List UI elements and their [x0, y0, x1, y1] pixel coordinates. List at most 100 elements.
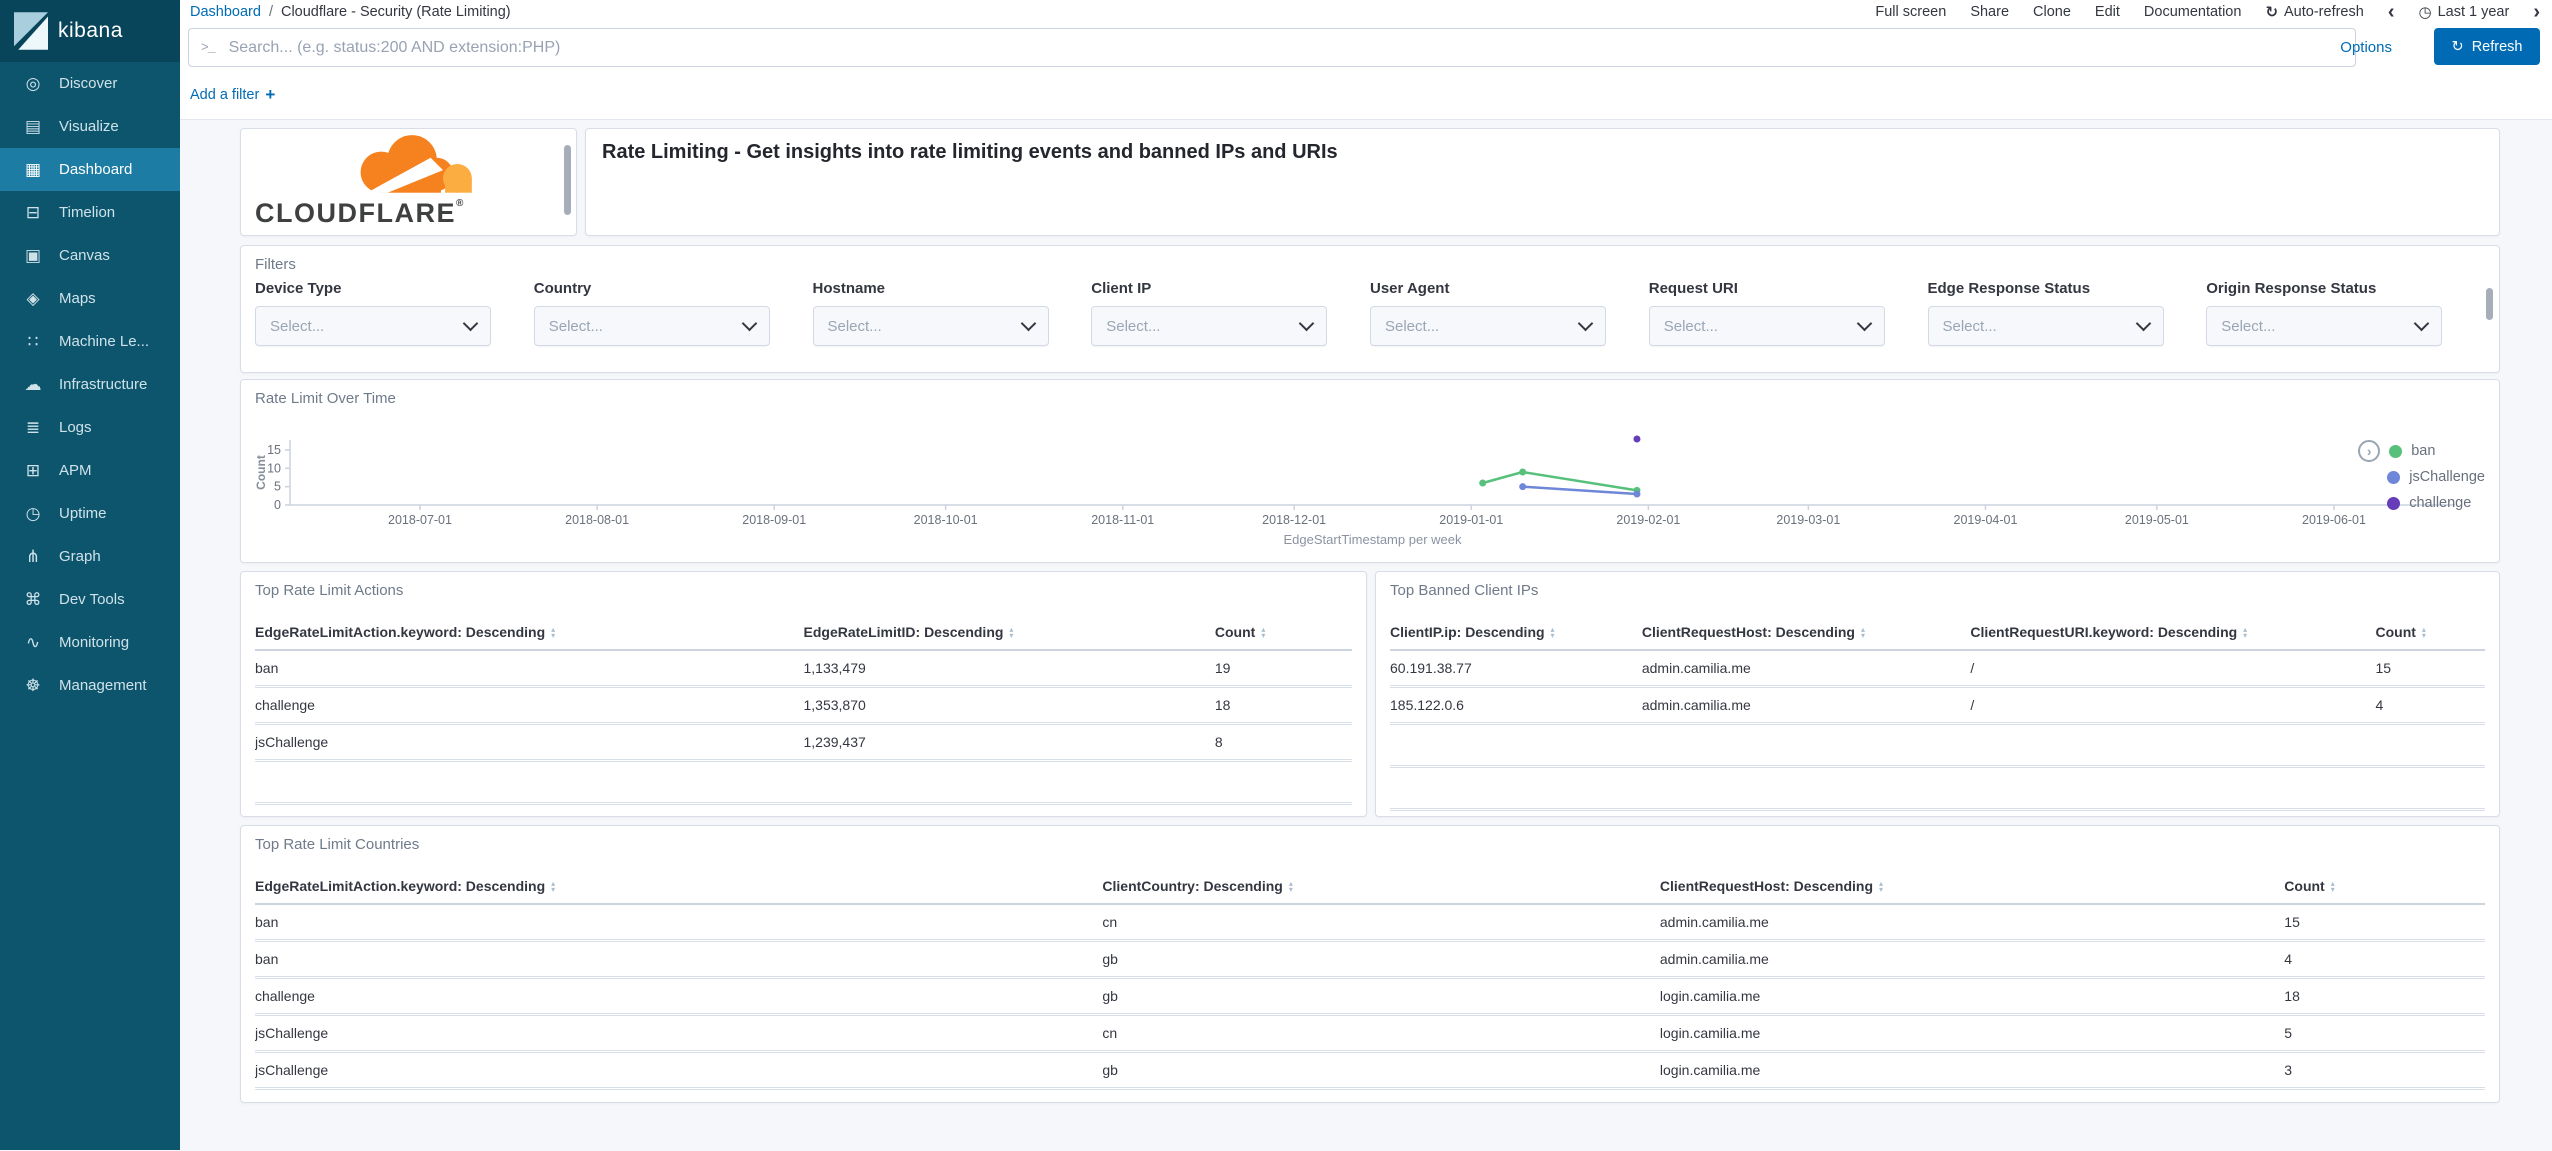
table-cell: gb: [1102, 940, 1660, 979]
breadcrumb: Dashboard / Cloudflare - Security (Rate …: [190, 0, 511, 24]
panel-title: Filters: [255, 256, 296, 273]
device-type-select[interactable]: Select...: [255, 306, 491, 346]
breadcrumb-dashboard-link[interactable]: Dashboard: [190, 4, 261, 20]
column-header-edgeratelimitaction-keyword[interactable]: EdgeRateLimitAction.keyword: Descending ▴…: [255, 612, 804, 651]
column-header-clientrequesturi-keyword[interactable]: ClientRequestURI.keyword: Descending ▴ ▾: [1970, 612, 2376, 651]
sidebar-item-machine-le[interactable]: ∷ Machine Le...: [0, 320, 180, 363]
dashboard-icon: ▦: [24, 160, 42, 179]
search-input[interactable]: [226, 37, 2343, 58]
table-cell: admin.camilia.me: [1641, 686, 1971, 725]
clone-button[interactable]: Clone: [2033, 4, 2071, 20]
filter-bar: Add a filter +: [180, 70, 2552, 119]
column-header-count[interactable]: Count ▴ ▾: [2375, 612, 2485, 651]
column-header-edgeratelimitaction-keyword[interactable]: EdgeRateLimitAction.keyword: Descending ▴…: [255, 866, 1103, 905]
legend-item-jschallenge[interactable]: jsChallenge: [2358, 464, 2485, 490]
legend-label[interactable]: challenge: [2409, 495, 2471, 511]
sidebar-item-maps[interactable]: ◈ Maps: [0, 277, 180, 320]
sort-icon: ▴ ▾: [551, 625, 556, 641]
share-button[interactable]: Share: [1970, 4, 2009, 20]
cloudflare-cloud-icon: [358, 135, 474, 199]
sidebar-item-monitoring[interactable]: ∿ Monitoring: [0, 621, 180, 664]
column-header-count[interactable]: Count ▴ ▾: [1214, 612, 1352, 651]
scrollbar-thumb[interactable]: [2486, 288, 2493, 320]
column-header-clientrequesthost[interactable]: ClientRequestHost: Descending ▴ ▾: [1641, 612, 1971, 651]
sidebar-item-label: Discover: [59, 75, 118, 92]
table-empty-row: [1390, 766, 2485, 811]
table-cell: 15: [2284, 904, 2485, 942]
table-row: jsChallenge cn login.camilia.me 5: [255, 1014, 2485, 1053]
full-screen-button[interactable]: Full screen: [1875, 4, 1946, 20]
legend-item-challenge[interactable]: challenge: [2358, 490, 2485, 516]
sidebar-item-graph[interactable]: ⋔ Graph: [0, 535, 180, 578]
table-cell: 18: [1214, 686, 1352, 725]
filter-label: Edge Response Status: [1927, 280, 2091, 297]
data-table: EdgeRateLimitAction.keyword: Descending ▴…: [255, 866, 2485, 1090]
column-header-edgeratelimitid[interactable]: EdgeRateLimitID: Descending ▴ ▾: [803, 612, 1215, 651]
sort-icon: ▴ ▾: [1860, 625, 1865, 641]
legend-toggle-icon[interactable]: ›: [2358, 440, 2381, 462]
clock-icon: ◷: [2418, 4, 2432, 21]
sidebar-item-infrastructure[interactable]: ☁ Infrastructure: [0, 363, 180, 406]
legend-item-ban[interactable]: › ban: [2358, 438, 2485, 464]
column-header-clientip-ip[interactable]: ClientIP.ip: Descending ▴ ▾: [1390, 612, 1642, 651]
sidebar-item-logs[interactable]: ≣ Logs: [0, 406, 180, 449]
scrollbar-thumb[interactable]: [564, 145, 571, 215]
documentation-button[interactable]: Documentation: [2144, 4, 2242, 20]
table-cell: 19: [1214, 650, 1352, 688]
options-link[interactable]: Options: [2340, 24, 2392, 70]
column-header-clientrequesthost[interactable]: ClientRequestHost: Descending ▴ ▾: [1659, 866, 2285, 905]
kibana-logo-icon: [14, 12, 48, 50]
sidebar-item-management[interactable]: ☸ Management: [0, 664, 180, 707]
top-banned-client-ips-table: ClientIP.ip: Descending ▴ ▾ ClientRequestHo…: [1390, 612, 2485, 811]
column-header-count[interactable]: Count ▴ ▾: [2284, 866, 2485, 905]
sidebar-item-uptime[interactable]: ◷ Uptime: [0, 492, 180, 535]
edit-button[interactable]: Edit: [2095, 4, 2120, 20]
sidebar-item-apm[interactable]: ⊞ APM: [0, 449, 180, 492]
sidebar-item-canvas[interactable]: ▣ Canvas: [0, 234, 180, 277]
time-range-next-button[interactable]: ›: [2533, 2, 2540, 22]
time-range-prev-button[interactable]: ‹: [2388, 2, 2395, 22]
sidebar-item-label: Monitoring: [59, 634, 130, 651]
legend-label[interactable]: jsChallenge: [2409, 469, 2485, 485]
filter-label: Device Type: [255, 280, 342, 297]
table-cell: 8: [1214, 723, 1352, 762]
legend-label[interactable]: ban: [2411, 443, 2435, 459]
table-row: ban 1,133,479 19: [255, 650, 1352, 688]
table-row: challenge 1,353,870 18: [255, 686, 1352, 725]
graph-icon: ⋔: [25, 547, 41, 566]
country-select[interactable]: Select...: [533, 306, 770, 346]
chevron-down-icon: [2135, 315, 2151, 332]
table-empty-row: [1390, 723, 2485, 768]
add-filter-link[interactable]: Add a filter +: [190, 70, 275, 119]
request-uri-select[interactable]: Select...: [1648, 306, 1885, 346]
sidebar-item-label: Canvas: [59, 247, 110, 264]
origin-response-status-select[interactable]: Select...: [2206, 306, 2443, 346]
chevron-down-icon: [741, 315, 758, 332]
chevron-down-icon: [462, 315, 479, 332]
dev-tools-icon: ⌘: [24, 590, 42, 609]
svg-text:2018-08-01: 2018-08-01: [565, 513, 629, 527]
user-agent-select[interactable]: Select...: [1370, 306, 1606, 346]
sidebar-item-timelion[interactable]: ⊟ Timelion: [0, 191, 180, 234]
sidebar-item-label: Dashboard: [59, 161, 133, 178]
apm-icon: ⊞: [25, 461, 41, 480]
kibana-logo[interactable]: kibana: [0, 0, 180, 62]
sidebar-item-dev-tools[interactable]: ⌘ Dev Tools: [0, 578, 180, 621]
column-header-clientcountry[interactable]: ClientCountry: Descending ▴ ▾: [1102, 866, 1660, 905]
sidebar-item-label: Machine Le...: [59, 333, 150, 350]
sidebar-item-dashboard[interactable]: ▦ Dashboard: [0, 148, 180, 191]
sidebar-item-visualize[interactable]: ▤ Visualize: [0, 105, 180, 148]
table-row: challenge gb login.camilia.me 18: [255, 977, 2485, 1016]
logs-icon: ≣: [25, 418, 41, 437]
table-row: 185.122.0.6 admin.camilia.me/4: [1390, 686, 2485, 725]
client-ip-select[interactable]: Select...: [1091, 306, 1328, 346]
hostname-select[interactable]: Select...: [812, 306, 1049, 346]
table-header-row: ClientIP.ip: Descending ▴ ▾ ClientRequestHo…: [1390, 612, 2485, 651]
table-row: 60.191.38.77 admin.camilia.me/15: [1390, 650, 2485, 688]
auto-refresh-button[interactable]: ↻ Auto-refresh: [2265, 3, 2363, 21]
edge-response-status-select[interactable]: Select...: [1927, 306, 2164, 346]
table-cell: ban: [255, 650, 804, 688]
refresh-button[interactable]: ↻ Refresh: [2434, 28, 2540, 65]
time-picker[interactable]: ◷ Last 1 year: [2418, 3, 2509, 21]
sidebar-item-discover[interactable]: ◎ Discover: [0, 62, 180, 105]
